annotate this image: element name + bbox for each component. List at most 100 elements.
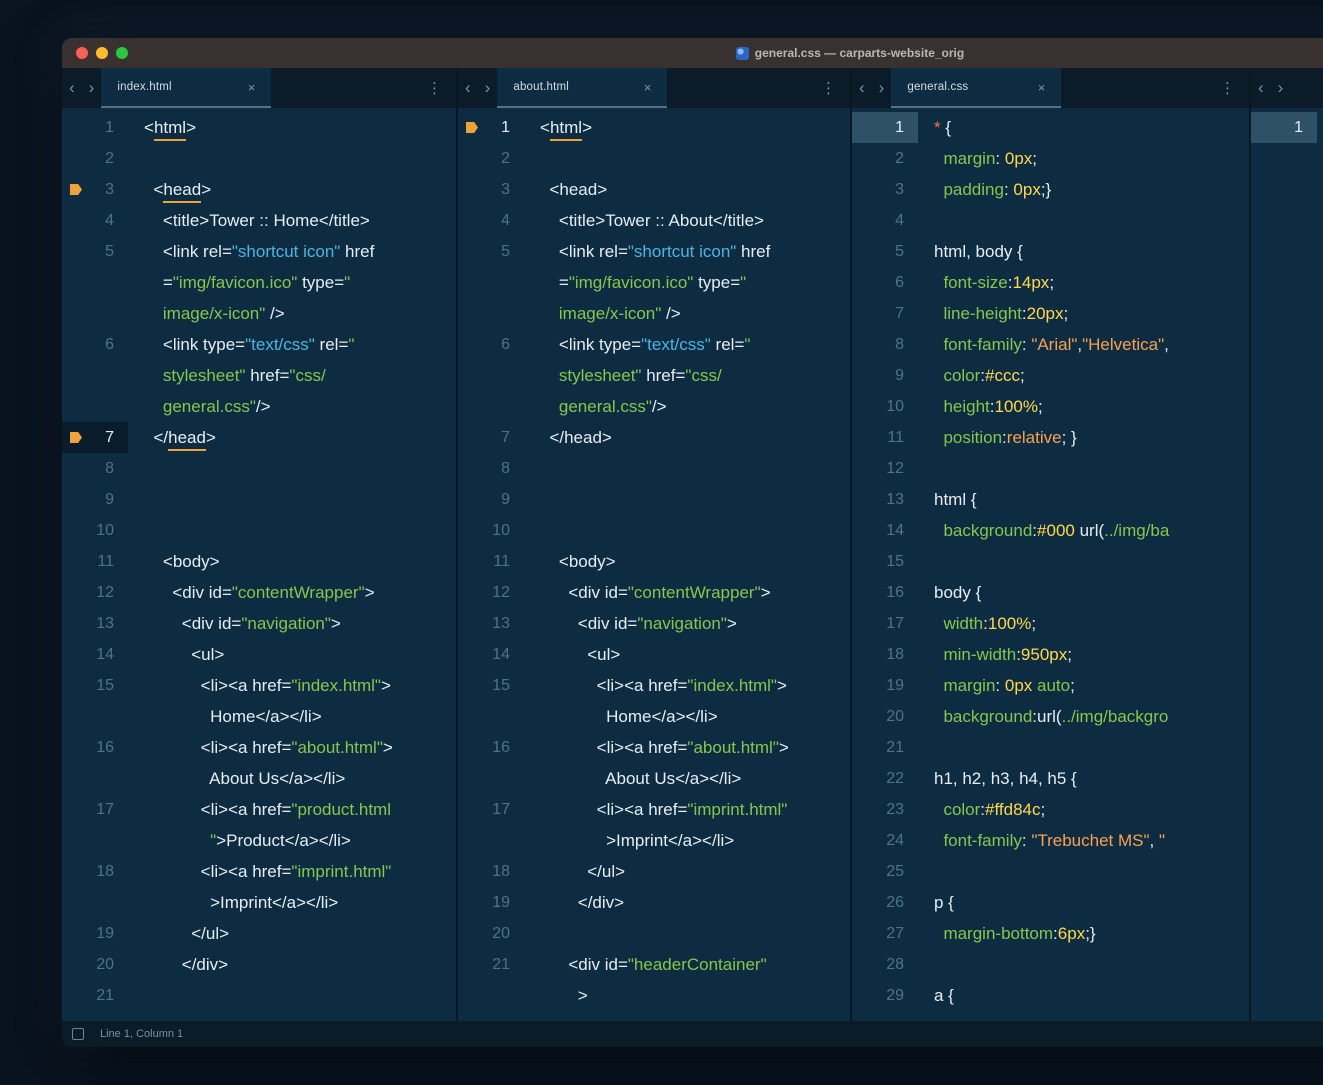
code-line[interactable]: 1* { [852,112,1249,143]
zoom-window-button[interactable] [116,47,128,59]
code-editor-about-html[interactable]: 1<html>23 <head>4 <title>Tower :: About<… [458,108,850,1021]
code-line[interactable]: 7 line-height:20px; [852,298,1249,329]
panel-toggle-icon[interactable] [72,1028,84,1040]
code-line[interactable]: image/x-icon" /> [62,298,456,329]
code-line[interactable]: 11 <body> [62,546,456,577]
code-line[interactable]: 7 </head> [62,422,456,453]
code-line[interactable]: 23 color:#ffd84c; [852,794,1249,825]
code-line[interactable]: >Imprint</a></li> [62,887,456,918]
code-line[interactable]: stylesheet" href="css/ [458,360,850,391]
tab-next-button[interactable]: › [872,68,892,108]
code-line[interactable]: 3 <head> [458,174,850,205]
code-line[interactable]: 12 <div id="contentWrapper"> [62,577,456,608]
code-line[interactable]: 2 [458,143,850,174]
code-line[interactable]: 9 [458,484,850,515]
code-line[interactable]: 24 font-family: "Trebuchet MS", " [852,825,1249,856]
code-line[interactable]: > [458,980,850,1011]
tab-close-icon[interactable]: × [224,80,256,95]
code-line[interactable]: 28 [852,949,1249,980]
code-line[interactable]: Home</a></li> [62,701,456,732]
code-line[interactable]: 15 [852,546,1249,577]
code-line[interactable]: 17 <li><a href="imprint.html" [458,794,850,825]
code-line[interactable]: 3 padding: 0px;} [852,174,1249,205]
tab-overflow-menu-icon[interactable]: ⋮ [807,68,850,108]
code-line[interactable]: 13html { [852,484,1249,515]
code-line[interactable]: 4 <title>Tower :: Home</title> [62,205,456,236]
code-line[interactable]: 21 [62,980,456,1011]
code-line[interactable]: 12 [852,453,1249,484]
code-line[interactable]: Home</a></li> [458,701,850,732]
code-line[interactable]: 21 <div id="headerContainer" [458,949,850,980]
code-line[interactable]: 21 [852,732,1249,763]
code-line[interactable]: 26p { [852,887,1249,918]
tab-close-icon[interactable]: × [1014,80,1046,95]
code-line[interactable]: 10 height:100%; [852,391,1249,422]
tab-about-html[interactable]: about.html × [497,68,667,108]
code-line[interactable]: 1 [1251,112,1323,143]
code-line[interactable]: general.css"/> [62,391,456,422]
code-line[interactable]: 19 margin: 0px auto; [852,670,1249,701]
code-line[interactable]: ="img/favicon.ico" type=" [62,267,456,298]
code-line[interactable]: 10 [62,515,456,546]
code-line[interactable]: 5 <link rel="shortcut icon" href [62,236,456,267]
code-line[interactable]: 8 [62,453,456,484]
code-line[interactable]: About Us</a></li> [62,763,456,794]
tab-prev-button[interactable]: ‹ [852,68,872,108]
code-line[interactable]: ">Product</a></li> [62,825,456,856]
code-editor-general-css[interactable]: 1* {2 margin: 0px;3 padding: 0px;}45html… [852,108,1249,1021]
code-line[interactable]: 27 margin-bottom:6px;} [852,918,1249,949]
tab-next-button[interactable]: › [82,68,102,108]
code-line[interactable]: 4 [852,205,1249,236]
code-editor-pane-4[interactable]: 1 [1251,108,1323,1021]
code-line[interactable]: 5html, body { [852,236,1249,267]
code-line[interactable]: general.css"/> [458,391,850,422]
code-line[interactable]: 29a { [852,980,1249,1011]
code-line[interactable]: 13 <div id="navigation"> [62,608,456,639]
code-line[interactable]: 3 <head> [62,174,456,205]
tab-overflow-menu-icon[interactable]: ⋮ [413,68,456,108]
minimize-window-button[interactable] [96,47,108,59]
code-line[interactable]: 16body { [852,577,1249,608]
code-line[interactable]: 6 <link type="text/css" rel=" [458,329,850,360]
code-line[interactable]: 2 margin: 0px; [852,143,1249,174]
code-line[interactable]: 8 [458,453,850,484]
code-line[interactable]: 19 </div> [458,887,850,918]
code-line[interactable]: 20 [458,918,850,949]
code-line[interactable]: 11 position:relative; } [852,422,1249,453]
code-line[interactable]: 19 </ul> [62,918,456,949]
code-line[interactable]: 2 [62,143,456,174]
code-line[interactable]: 15 <li><a href="index.html"> [62,670,456,701]
code-line[interactable]: 25 [852,856,1249,887]
code-line[interactable]: 14 <ul> [62,639,456,670]
tab-prev-button[interactable]: ‹ [458,68,478,108]
code-line[interactable]: 13 <div id="navigation"> [458,608,850,639]
code-line[interactable]: 6 font-size:14px; [852,267,1249,298]
code-line[interactable]: 1<html> [458,112,850,143]
code-line[interactable]: >Imprint</a></li> [458,825,850,856]
tab-index-html[interactable]: index.html × [101,68,271,108]
code-line[interactable]: 14 background:#000 url(../img/ba [852,515,1249,546]
tab-next-button[interactable]: › [1271,68,1291,108]
code-line[interactable]: 7 </head> [458,422,850,453]
code-line[interactable]: 18 min-width:950px; [852,639,1249,670]
tab-next-button[interactable]: › [478,68,498,108]
code-editor-index-html[interactable]: 1<html>23 <head>4 <title>Tower :: Home</… [62,108,456,1021]
code-line[interactable]: 17 width:100%; [852,608,1249,639]
code-line[interactable]: 14 <ul> [458,639,850,670]
code-line[interactable]: 22h1, h2, h3, h4, h5 { [852,763,1249,794]
code-line[interactable]: 17 <li><a href="product.html [62,794,456,825]
code-line[interactable]: 4 <title>Tower :: About</title> [458,205,850,236]
code-line[interactable]: 10 [458,515,850,546]
code-line[interactable]: 5 <link rel="shortcut icon" href [458,236,850,267]
code-line[interactable]: 9 [62,484,456,515]
code-line[interactable]: 6 <link type="text/css" rel=" [62,329,456,360]
titlebar[interactable]: general.css — carparts-website_orig [62,38,1323,68]
code-line[interactable]: 12 <div id="contentWrapper"> [458,577,850,608]
tab-overflow-menu-icon[interactable]: ⋮ [1206,68,1249,108]
tab-general-css[interactable]: general.css × [891,68,1061,108]
tab-prev-button[interactable]: ‹ [62,68,82,108]
code-line[interactable]: 18 </ul> [458,856,850,887]
code-line[interactable]: 20 </div> [62,949,456,980]
code-line[interactable]: 16 <li><a href="about.html"> [62,732,456,763]
code-line[interactable]: 11 <body> [458,546,850,577]
